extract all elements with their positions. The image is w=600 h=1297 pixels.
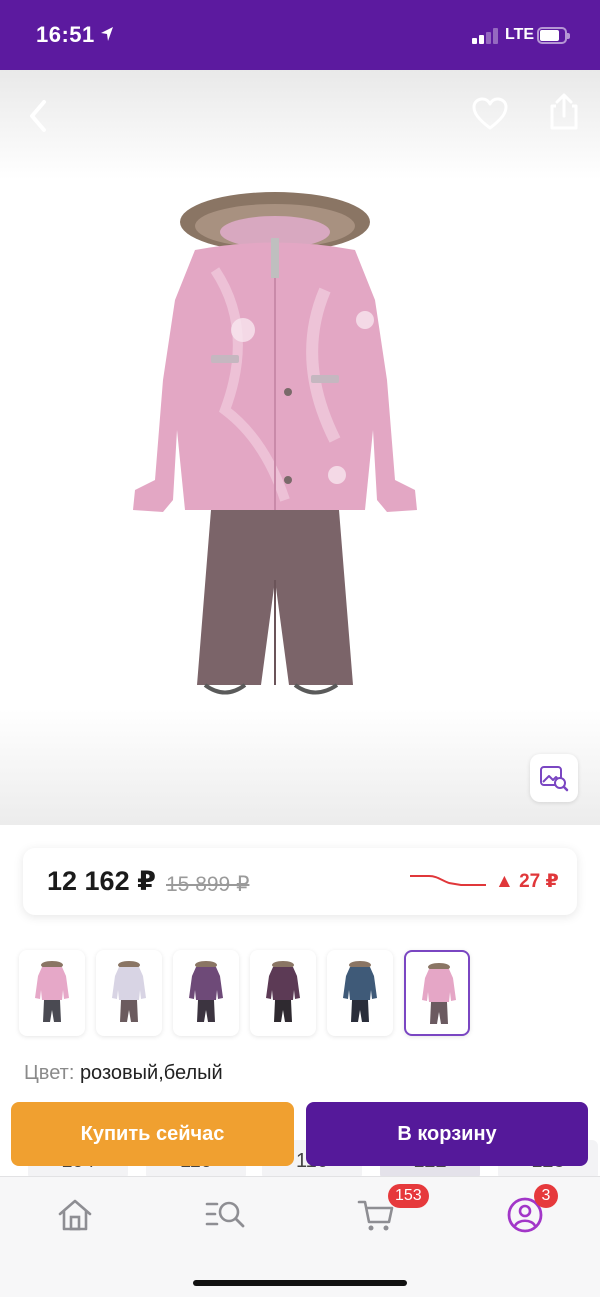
image-search-icon	[540, 766, 569, 792]
home-indicator	[193, 1280, 407, 1286]
location-arrow-icon	[101, 27, 113, 41]
color-variant-thumbnail[interactable]	[404, 950, 470, 1036]
color-variant-thumbnail[interactable]	[173, 950, 239, 1036]
color-variant-image	[35, 961, 69, 1022]
color-row: Цвет: розовый,белый	[24, 1062, 223, 1085]
network-type: LTE	[505, 26, 535, 43]
color-variant-image	[343, 961, 377, 1022]
color-variant-thumbnail[interactable]	[327, 950, 393, 1036]
cart-badge: 153	[388, 1184, 429, 1208]
price-trend-value: ▲ 27 ₽	[495, 871, 559, 892]
color-variant-image	[422, 963, 456, 1024]
color-variant-thumbnail[interactable]	[19, 950, 85, 1036]
color-variant-thumbnail[interactable]	[96, 950, 162, 1036]
image-search-button[interactable]	[530, 754, 578, 802]
tab-bar: 153 3	[0, 1176, 600, 1297]
battery-icon	[537, 27, 570, 44]
color-variant-image	[266, 961, 300, 1022]
color-label: Цвет:	[24, 1062, 75, 1084]
home-icon[interactable]	[55, 1195, 95, 1235]
color-variant-image	[112, 961, 146, 1022]
status-time: 16:51	[36, 22, 95, 47]
color-variant-thumbnail[interactable]	[250, 950, 316, 1036]
current-price: 12 162 ₽	[47, 866, 156, 896]
profile-badge: 3	[534, 1184, 558, 1208]
status-bar: 16:51 LTE	[0, 0, 600, 70]
share-icon[interactable]	[544, 92, 584, 132]
color-variants	[19, 950, 599, 1038]
back-icon[interactable]	[22, 96, 62, 136]
signal-icon	[472, 28, 500, 44]
heart-icon[interactable]	[470, 94, 510, 134]
product-page: 16:51 LTE 12 162 ₽ 15 899 ₽ ▲ 27 ₽ Цвет:…	[0, 0, 600, 1297]
product-image[interactable]	[125, 180, 425, 720]
add-to-cart-button[interactable]: В корзину	[306, 1102, 588, 1166]
search-catalog-icon[interactable]	[205, 1195, 245, 1235]
color-variant-image	[189, 961, 223, 1022]
price-card[interactable]: 12 162 ₽ 15 899 ₽ ▲ 27 ₽	[23, 848, 577, 915]
color-value: розовый,белый	[79, 1062, 223, 1084]
battery-level	[540, 30, 559, 41]
price-trend-sparkline	[410, 875, 486, 886]
old-price: 15 899 ₽	[166, 873, 250, 896]
buy-now-button[interactable]: Купить сейчас	[11, 1102, 294, 1166]
product-gallery[interactable]	[0, 70, 600, 825]
